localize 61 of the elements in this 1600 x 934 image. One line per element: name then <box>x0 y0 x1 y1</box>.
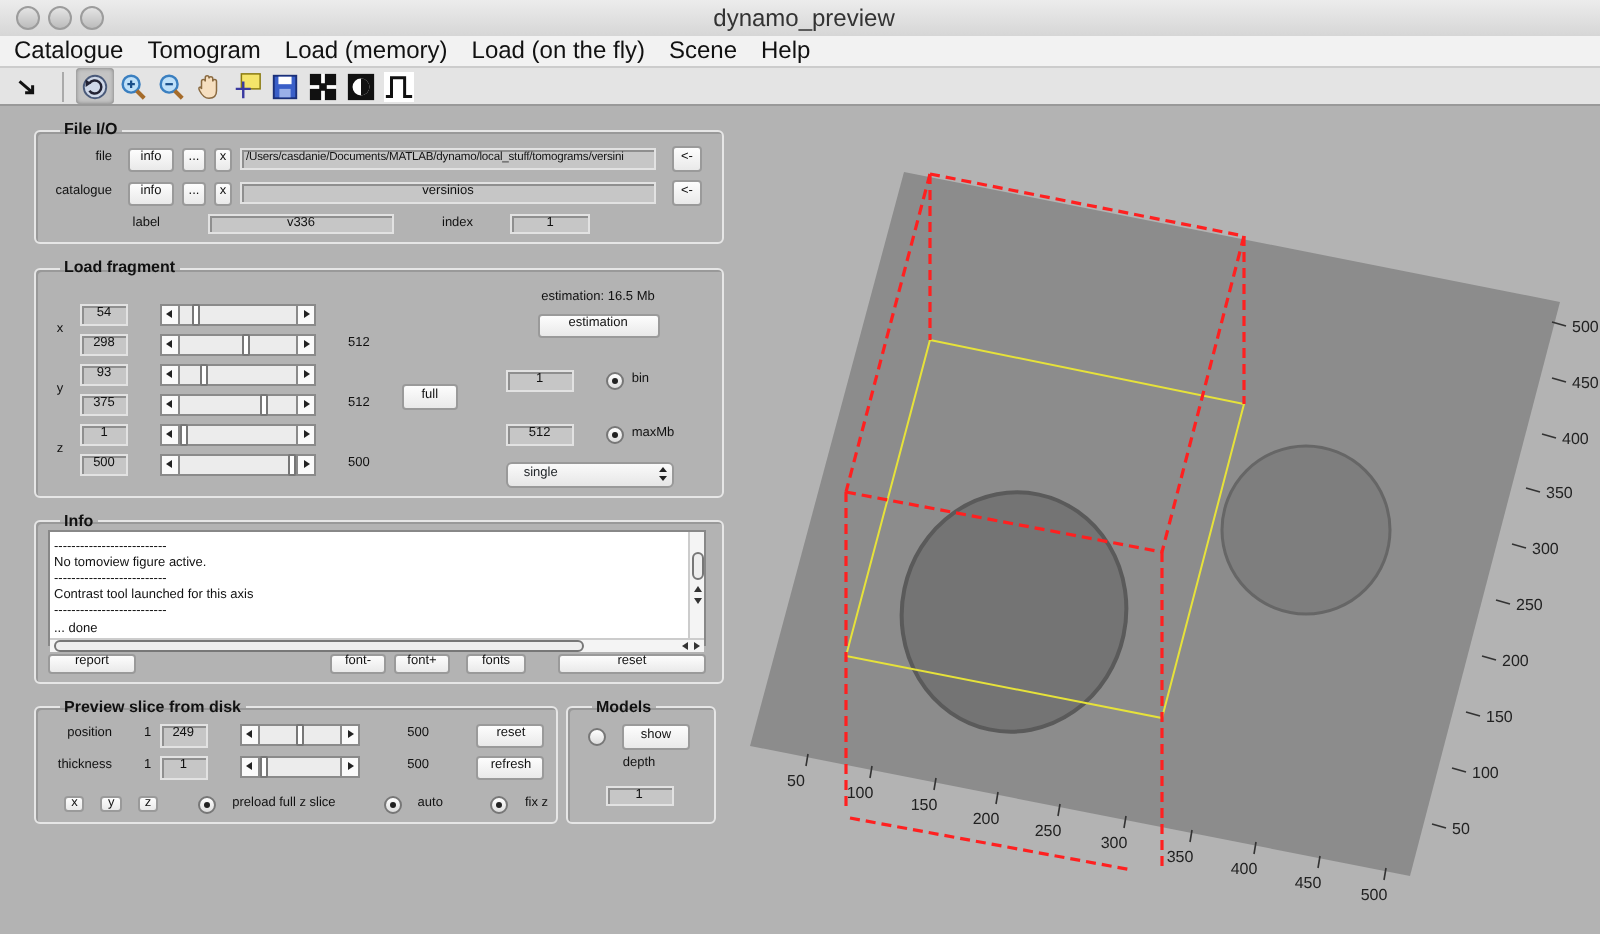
slider-thumb[interactable] <box>180 423 188 446</box>
zoom-out-icon <box>156 71 186 101</box>
grid-icon <box>308 71 338 101</box>
note-cursor-icon <box>232 71 262 101</box>
axis-tick-label: 350 <box>1546 484 1573 502</box>
group-title: Info <box>62 513 96 529</box>
axis-tick-label: 450 <box>1294 874 1322 892</box>
updown-arrow-icon <box>657 466 668 482</box>
tool-button[interactable] <box>380 68 418 104</box>
axis-tick-label: 350 <box>1166 848 1194 866</box>
menu-item[interactable]: Help <box>749 36 823 66</box>
slider-thumb[interactable] <box>259 393 268 416</box>
save-icon <box>270 71 300 101</box>
menu-item[interactable]: Load (on the fly) <box>459 36 657 66</box>
axis-tick-label: 300 <box>1532 540 1559 558</box>
group-title: Preview slice from disk <box>62 699 243 715</box>
tool-button[interactable] <box>76 68 114 104</box>
axis-tick-label: 150 <box>1486 708 1513 726</box>
group-title: Models <box>594 699 654 715</box>
vertical-scrollbar[interactable] <box>688 531 704 638</box>
axis-tick-label: 200 <box>972 810 1000 828</box>
square-wave-icon <box>384 71 414 101</box>
radio-button[interactable] <box>490 795 509 813</box>
window-title: dynamo_preview <box>713 4 895 32</box>
axis-tick-label: 200 <box>1502 652 1529 670</box>
radio-button[interactable] <box>198 795 217 813</box>
menu-item[interactable]: Load (memory) <box>272 36 460 66</box>
tool-button[interactable] <box>342 68 380 104</box>
tool-button[interactable] <box>304 68 342 104</box>
slider-thumb[interactable] <box>191 303 200 326</box>
axis-tick-label: 150 <box>910 796 938 814</box>
menu-item[interactable]: Tomogram <box>135 36 273 66</box>
menu-item[interactable]: Scene <box>656 36 750 66</box>
axis-tick-label: 100 <box>846 784 874 802</box>
axis-tick-label: 300 <box>1100 834 1128 852</box>
axis-tick-label: 250 <box>1516 596 1543 614</box>
slider-thumb[interactable] <box>288 453 296 476</box>
axis-tick-label: 500 <box>1572 318 1599 336</box>
axis-tick-label: 100 <box>1472 764 1499 782</box>
slider-thumb[interactable] <box>242 333 251 356</box>
radio-button[interactable] <box>605 371 624 389</box>
rotate-icon <box>80 71 110 101</box>
group-title: Load fragment <box>62 260 178 276</box>
axis-tick-label: 400 <box>1562 430 1589 448</box>
contrast-icon <box>346 71 376 101</box>
slider-thumb[interactable] <box>295 724 304 746</box>
axis-tick-label: 250 <box>1034 822 1062 840</box>
zoom-in-icon <box>118 71 148 101</box>
radio-button[interactable] <box>383 795 402 813</box>
axis-tick-label: 500 <box>1360 886 1388 904</box>
axis-tick-label: 50 <box>787 772 805 790</box>
axis-tick-label: 400 <box>1230 860 1258 878</box>
radio-button[interactable] <box>588 727 606 745</box>
slider-thumb[interactable] <box>199 363 208 386</box>
axis-tick-label: 450 <box>1572 374 1599 392</box>
group-title: File I/O <box>62 122 120 138</box>
axis-tick-label: 50 <box>1452 820 1470 838</box>
menu-item[interactable]: Catalogue <box>2 36 136 66</box>
slider-thumb[interactable] <box>259 756 268 778</box>
radio-button[interactable] <box>605 425 624 443</box>
horizontal-scrollbar[interactable] <box>50 637 704 652</box>
